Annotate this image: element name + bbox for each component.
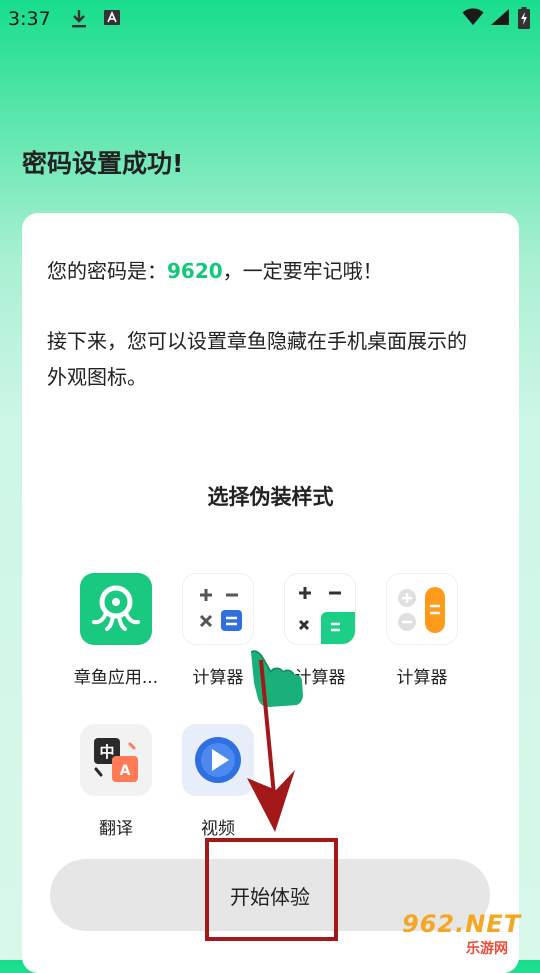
hand-pointer-icon <box>250 650 303 707</box>
highlight-box <box>205 838 338 941</box>
annotation-overlay <box>247 650 303 832</box>
watermark-logo: 962.NET 乐游网 <box>396 910 540 960</box>
watermark-top: 962.NET <box>402 910 522 938</box>
watermark-bottom: 乐游网 <box>466 941 508 957</box>
